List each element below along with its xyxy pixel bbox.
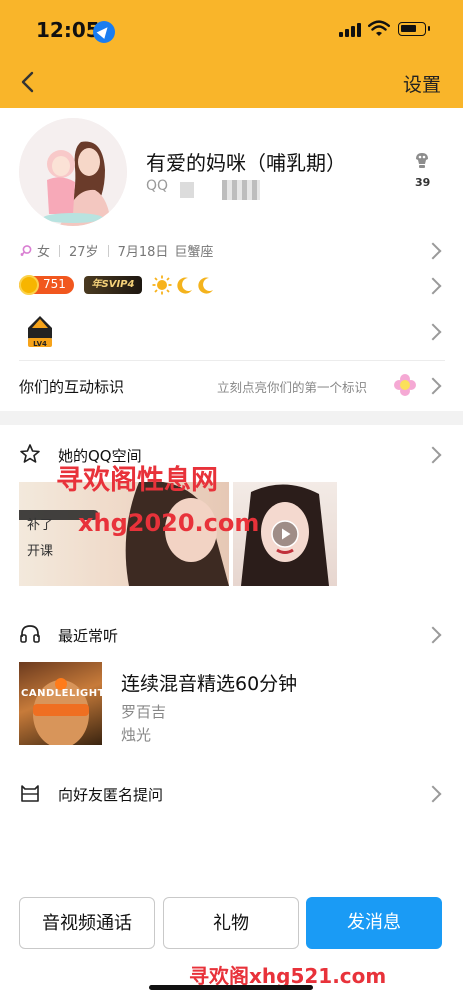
zodiac-text: 巨蟹座 <box>174 245 214 260</box>
play-icon[interactable] <box>271 520 299 548</box>
sun-icon <box>152 275 172 295</box>
song-artist: 罗百吉 <box>121 703 167 721</box>
battery-icon <box>398 22 430 36</box>
profile-info-row[interactable]: 女 27岁 7月18日 巨蟹座 <box>19 241 213 260</box>
album-cover[interactable]: CANDLELIGHT <box>19 662 102 745</box>
back-arrow-icon[interactable] <box>14 68 42 96</box>
svip-badge[interactable]: 年SVIP4 <box>84 276 142 294</box>
qq-level-badge[interactable]: 751 <box>19 275 74 295</box>
coin-icon <box>19 275 39 295</box>
photo-caption-b: 开课 <box>27 544 54 559</box>
like-count: 39 <box>415 176 431 189</box>
game-level-badge-icon[interactable]: LV4 <box>24 314 56 350</box>
interaction-badge-label[interactable]: 你们的互动标识 <box>19 376 124 397</box>
age-text: 27岁 <box>69 245 99 260</box>
moon-icon <box>198 277 213 294</box>
location-arrow-icon <box>93 21 115 43</box>
interaction-badge-hint[interactable]: 立刻点亮你们的第一个标识 <box>217 377 367 396</box>
chevron-right-icon[interactable] <box>424 446 442 464</box>
song-album: 烛光 <box>121 726 152 744</box>
spacer <box>0 602 463 603</box>
gift-button[interactable]: 礼物 <box>163 897 299 949</box>
gender-text: 女 <box>37 245 51 260</box>
chevron-right-icon[interactable] <box>424 626 442 644</box>
birthday-text: 7月18日 <box>117 245 169 260</box>
qq-number-redaction <box>180 182 194 198</box>
female-symbol-icon <box>20 244 32 256</box>
game-level-text: LV4 <box>33 340 47 348</box>
section-gap <box>0 411 463 425</box>
recent-music-title[interactable]: 最近常听 <box>58 625 118 646</box>
star-space-icon <box>20 444 40 463</box>
divider <box>19 360 445 361</box>
wifi-icon <box>368 20 390 36</box>
av-call-button[interactable]: 音视频通话 <box>19 897 155 949</box>
top-header: 12:05 设置 <box>0 0 463 108</box>
song-title[interactable]: 连续混音精选60分钟 <box>121 669 297 696</box>
qq-number-redaction-mosaic <box>222 180 260 200</box>
home-indicator[interactable] <box>149 985 313 990</box>
cellular-signal-icon <box>339 23 363 37</box>
like-thumb-icon[interactable] <box>413 151 431 169</box>
chevron-right-icon[interactable] <box>424 785 442 803</box>
album-cover-text: CANDLELIGHT <box>21 688 102 699</box>
level-number: 751 <box>43 277 66 291</box>
chevron-right-icon[interactable] <box>424 277 442 295</box>
status-time: 12:05 <box>36 18 100 42</box>
chevron-right-icon[interactable] <box>424 242 442 260</box>
qq-number-label: QQ <box>146 178 169 194</box>
flower-badge-icon <box>394 374 416 396</box>
profile-nickname: 有爱的妈咪（哺乳期） <box>146 151 346 175</box>
send-message-button[interactable]: 发消息 <box>306 897 442 949</box>
watermark-text: 寻欢阁性息网 <box>56 465 218 496</box>
avatar[interactable] <box>19 118 127 226</box>
headphones-icon <box>20 625 40 643</box>
cat-box-icon <box>21 785 39 802</box>
photo-caption-a: 补了 <box>27 518 54 533</box>
moon-icon <box>177 277 192 294</box>
settings-button[interactable]: 设置 <box>403 70 441 97</box>
chevron-right-icon[interactable] <box>424 323 442 341</box>
chevron-right-icon[interactable] <box>424 377 442 395</box>
anonymous-question-title[interactable]: 向好友匿名提问 <box>58 784 163 805</box>
watermark-url: xhg2020.com <box>78 509 260 537</box>
